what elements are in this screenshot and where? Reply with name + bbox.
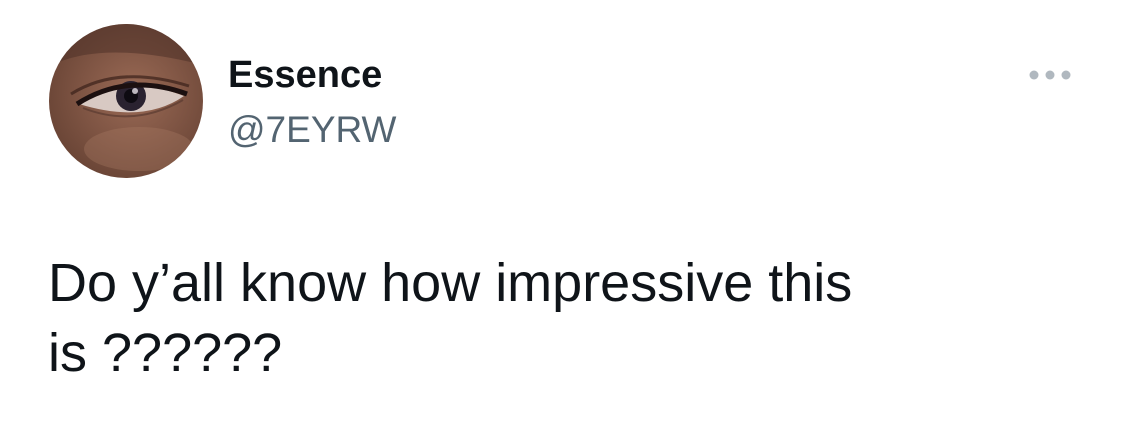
tweet-text: Do y’all know how impressive this is ???… [48,253,853,383]
eye-avatar-icon [49,24,203,171]
avatar[interactable] [49,24,203,178]
tweet-card: Essence @7EYRW Do y’all know how impress… [0,0,1125,444]
more-options-button[interactable] [1024,60,1076,90]
user-handle[interactable]: @7EYRW [228,108,396,152]
more-horizontal-icon [1029,70,1071,80]
display-name[interactable]: Essence [228,53,382,97]
